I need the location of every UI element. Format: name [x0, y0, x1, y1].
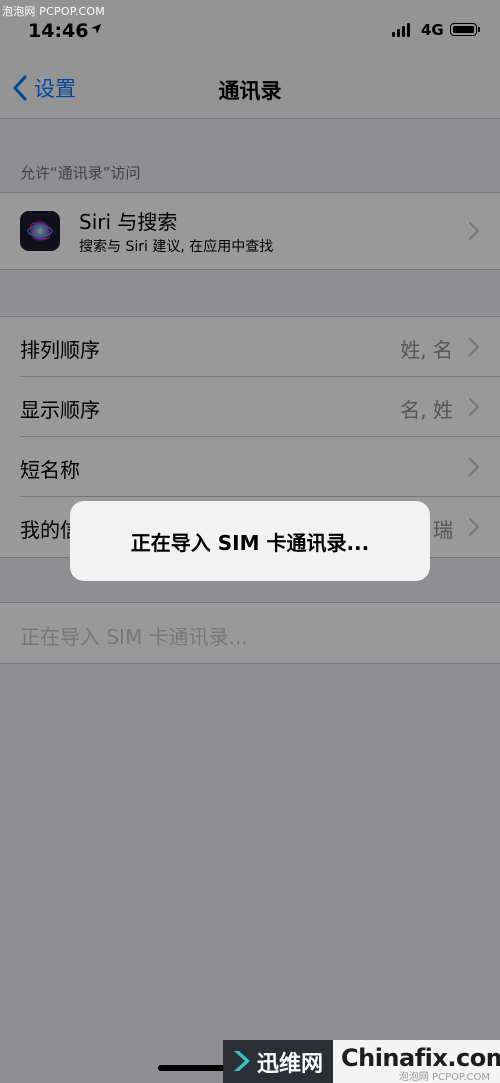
- watermark-brand-left: 迅维网: [223, 1040, 333, 1083]
- arrow-logo-icon: [234, 1051, 250, 1071]
- watermark-top: 泡泡网 PCPOP.COM: [2, 5, 105, 18]
- watermark-small: 泡泡网 PCPOP.COM: [398, 1072, 490, 1083]
- importing-progress-alert: 正在导入 SIM 卡通讯录...: [70, 501, 430, 581]
- watermark-left-text: 迅维网: [257, 1052, 324, 1077]
- alert-message: 正在导入 SIM 卡通讯录...: [130, 530, 370, 555]
